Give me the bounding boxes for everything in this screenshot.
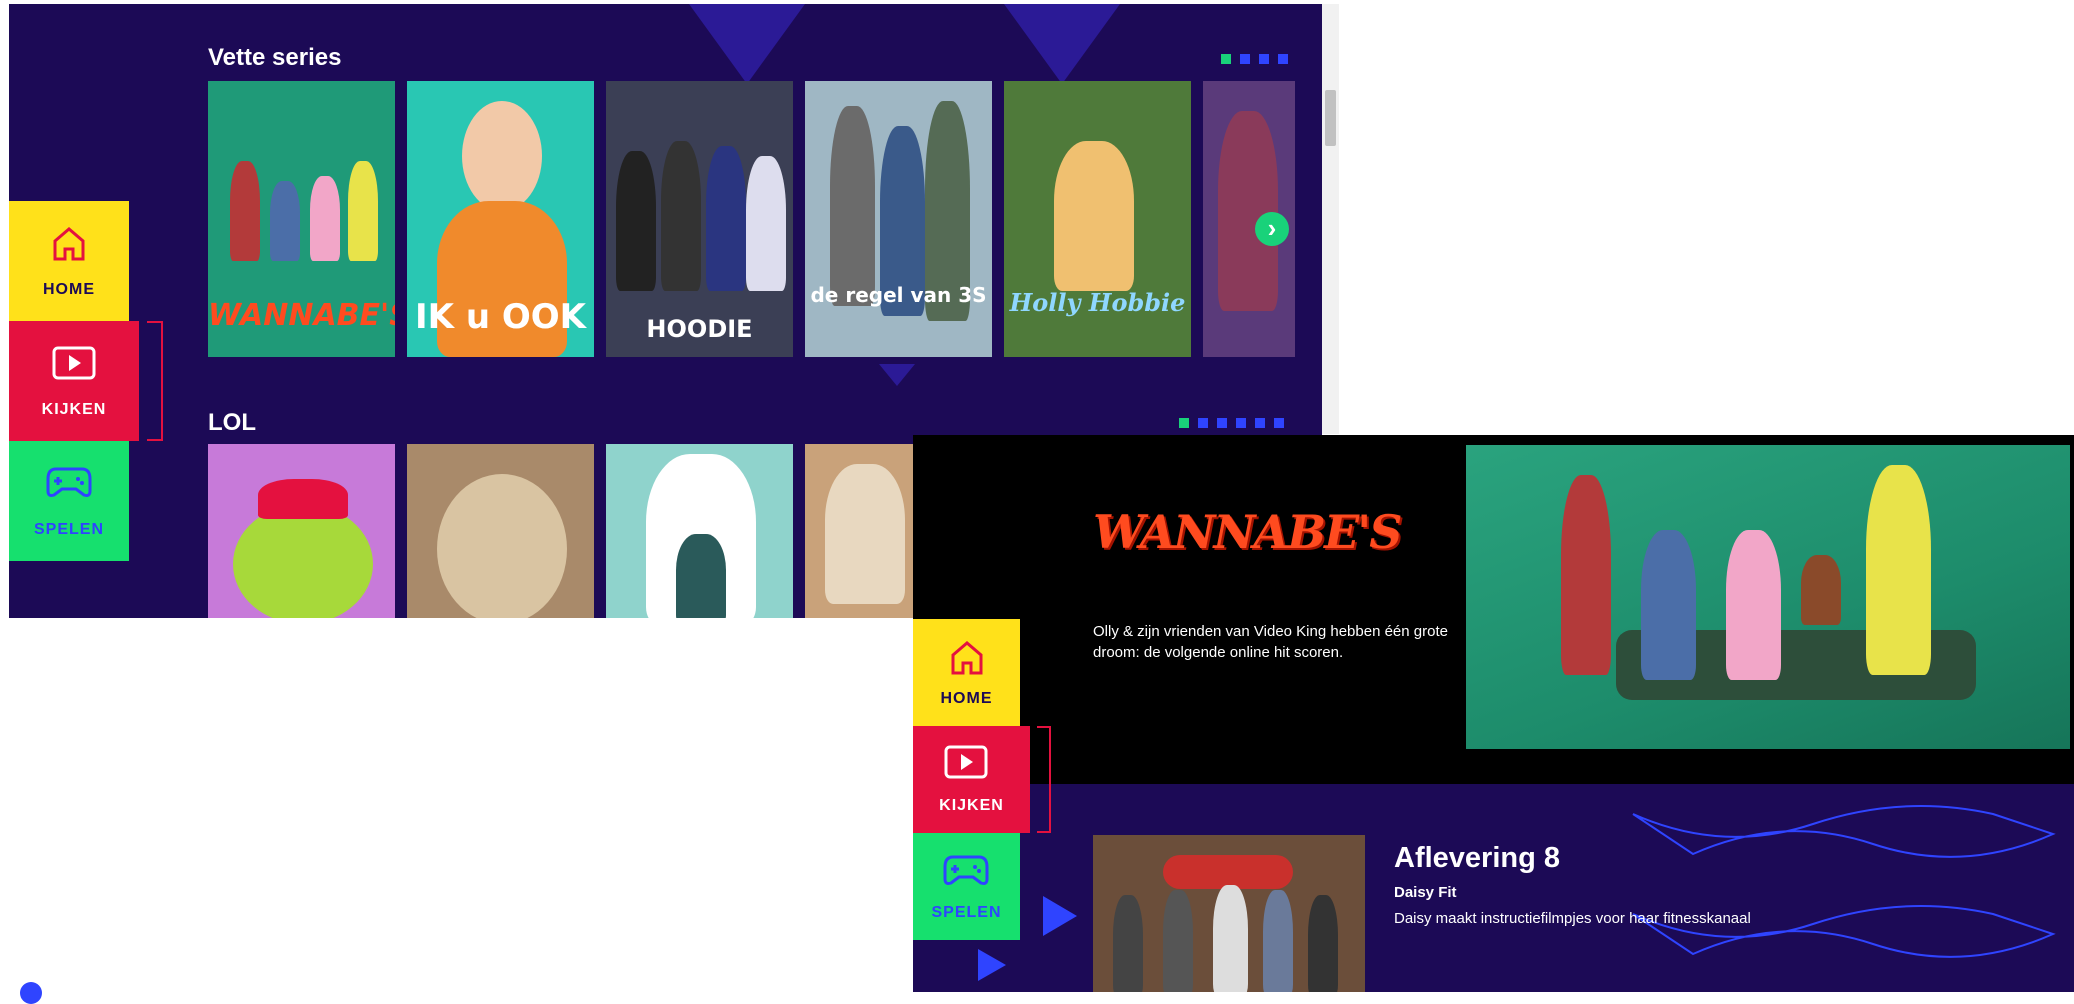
nav-kijken[interactable]: KIJKEN <box>913 726 1030 833</box>
tile-title: Holly Hobbie <box>1009 288 1186 317</box>
series-detail-screen: WANNABE'S Olly & zijn vrienden van Video… <box>913 435 2074 992</box>
nav-spelen[interactable]: SPELEN <box>913 833 1020 940</box>
decorative-triangle <box>978 949 1006 981</box>
nav-kijken[interactable]: KIJKEN <box>9 321 139 441</box>
episode-thumbnail[interactable] <box>1093 835 1365 992</box>
row-title-lol: LOL <box>208 409 256 436</box>
nav-label: SPELEN <box>931 904 1002 921</box>
gamepad-icon <box>46 467 92 497</box>
series-tile-de-regel-van-3s[interactable]: de regel van 3S <box>805 81 992 357</box>
play-icon <box>52 346 96 380</box>
decorative-triangle <box>1043 896 1077 936</box>
page-dot[interactable] <box>1255 418 1265 428</box>
lol-tile-partial[interactable] <box>805 444 915 618</box>
home-icon <box>53 227 85 261</box>
series-tile-ik-u-ook[interactable]: IK u OOK <box>407 81 594 357</box>
page-dot[interactable] <box>1179 418 1189 428</box>
nav-label: KIJKEN <box>41 401 107 418</box>
page-dot[interactable] <box>1198 418 1208 428</box>
row-pagination-dots[interactable] <box>1221 54 1288 64</box>
page-dot[interactable] <box>1259 54 1269 64</box>
tile-title: de regel van 3S <box>810 283 987 307</box>
lol-tile-silhouette[interactable] <box>606 444 793 618</box>
episode-subtitle: Daisy Fit <box>1394 884 1457 901</box>
nav-label: HOME <box>43 281 95 298</box>
page-dot[interactable] <box>1217 418 1227 428</box>
nav-home[interactable]: HOME <box>913 619 1020 726</box>
series-tile-wannabes[interactable]: WANNABE'S <box>208 81 395 357</box>
decorative-triangle <box>1004 4 1120 84</box>
scrollbar[interactable] <box>1322 4 1339 434</box>
page-dot[interactable] <box>1278 54 1288 64</box>
show-description: Olly & zijn vrienden van Video King hebb… <box>1093 623 1448 661</box>
hero-image <box>1466 445 2070 749</box>
next-arrow-button[interactable]: › <box>1255 212 1289 246</box>
row-pagination-dots[interactable] <box>1179 418 1284 428</box>
nav-spelen[interactable]: SPELEN <box>9 441 129 561</box>
decorative-waves <box>1632 805 2056 958</box>
page-dot[interactable] <box>1274 418 1284 428</box>
nav-active-indicator <box>147 321 163 441</box>
tile-title: IK u OOK <box>414 297 587 337</box>
decorative-dot <box>20 982 42 1004</box>
series-tile-hoodie[interactable]: HOODIE <box>606 81 793 357</box>
scrollbar-thumb[interactable] <box>1325 90 1336 146</box>
page-dot[interactable] <box>1236 418 1246 428</box>
episode-description: Daisy maakt instructiefilmpjes voor haar… <box>1394 910 1751 927</box>
gamepad-icon <box>943 855 989 885</box>
decorative-triangle <box>879 364 915 386</box>
series-tile-holly-hobbie[interactable]: Holly Hobbie <box>1004 81 1191 357</box>
nav-label: KIJKEN <box>939 797 1004 814</box>
episode-title: Aflevering 8 <box>1394 842 1560 874</box>
page-dot[interactable] <box>1221 54 1231 64</box>
row-title-vette-series: Vette series <box>208 44 342 71</box>
nav-active-indicator <box>1037 726 1051 833</box>
home-icon <box>951 641 983 675</box>
play-icon <box>944 745 988 779</box>
nav-label: SPELEN <box>33 521 104 538</box>
show-logo: WANNABE'S <box>1093 505 1402 559</box>
nav-label: HOME <box>940 690 993 707</box>
lol-tile-cartoon[interactable] <box>208 444 395 618</box>
episode-section: Aflevering 8 Daisy Fit Daisy maakt instr… <box>913 784 2074 992</box>
lol-tile-pug[interactable] <box>407 444 594 618</box>
tile-title: WANNABE'S <box>208 298 395 333</box>
nav-home[interactable]: HOME <box>9 201 129 321</box>
decorative-triangle <box>689 4 805 84</box>
page-dot[interactable] <box>1240 54 1250 64</box>
tile-title: HOODIE <box>646 315 753 343</box>
